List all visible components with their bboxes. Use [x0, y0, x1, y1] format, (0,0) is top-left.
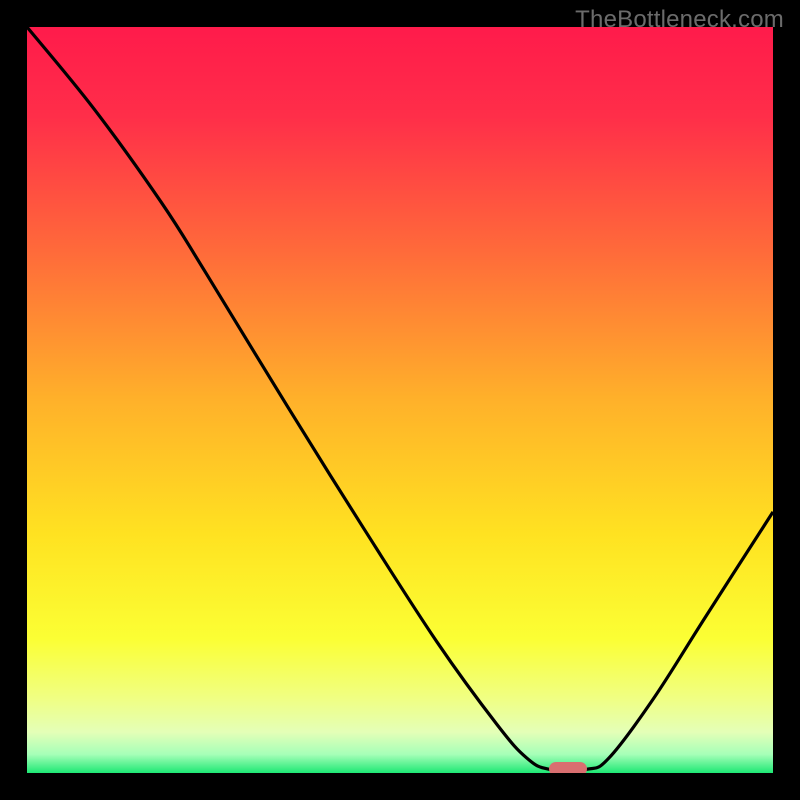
optimum-marker: [549, 762, 587, 773]
watermark-text: TheBottleneck.com: [575, 6, 784, 34]
chart-container: [27, 27, 773, 773]
bottleneck-chart: [27, 27, 773, 773]
gradient-background: [27, 27, 773, 773]
